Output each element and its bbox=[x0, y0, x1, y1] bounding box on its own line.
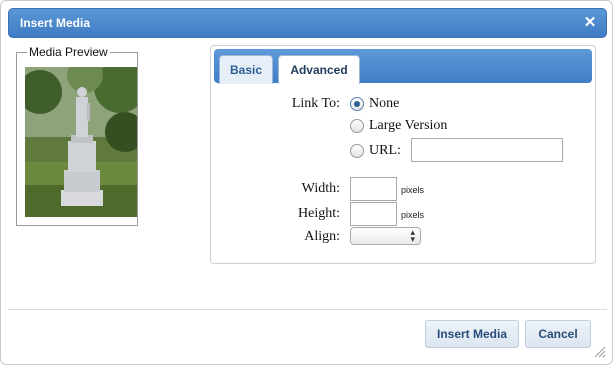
height-input[interactable] bbox=[350, 202, 397, 226]
select-arrows-icon: ▴ ▾ bbox=[410, 227, 415, 244]
dialog-titlebar[interactable]: Insert Media ✕ bbox=[8, 8, 607, 38]
link-large-version-label[interactable]: Large Version bbox=[369, 118, 447, 134]
resize-grip-icon[interactable] bbox=[594, 346, 606, 358]
media-thumbnail bbox=[25, 67, 137, 217]
align-label: Align: bbox=[304, 229, 340, 244]
media-preview: Media Preview bbox=[16, 45, 138, 226]
link-none-label[interactable]: None bbox=[369, 96, 399, 112]
footer-divider bbox=[8, 309, 607, 310]
tab-basic[interactable]: Basic bbox=[219, 55, 273, 84]
url-input[interactable] bbox=[411, 138, 563, 162]
tab-advanced[interactable]: Advanced bbox=[278, 55, 360, 84]
close-icon[interactable]: ✕ bbox=[582, 15, 598, 31]
height-label: Height: bbox=[298, 206, 340, 221]
link-url-label[interactable]: URL: bbox=[369, 143, 401, 159]
width-unit: pixels bbox=[401, 185, 425, 195]
link-url-radio[interactable] bbox=[350, 144, 364, 158]
insert-media-dialog: Insert Media ✕ Media Preview Basic Advan… bbox=[0, 0, 613, 365]
insert-media-button[interactable]: Insert Media bbox=[425, 320, 519, 348]
link-to-label: Link To: bbox=[291, 96, 340, 111]
width-label: Width: bbox=[301, 181, 340, 196]
width-input[interactable] bbox=[350, 177, 397, 201]
link-large-version-radio[interactable] bbox=[350, 119, 364, 133]
link-none-radio[interactable] bbox=[350, 97, 364, 111]
cancel-button[interactable]: Cancel bbox=[525, 320, 591, 348]
height-unit: pixels bbox=[401, 210, 425, 220]
media-preview-legend: Media Preview bbox=[27, 45, 110, 59]
dialog-title: Insert Media bbox=[20, 16, 91, 30]
tab-strip: Basic Advanced bbox=[214, 49, 592, 84]
align-select[interactable]: ▴ ▾ bbox=[350, 227, 421, 245]
